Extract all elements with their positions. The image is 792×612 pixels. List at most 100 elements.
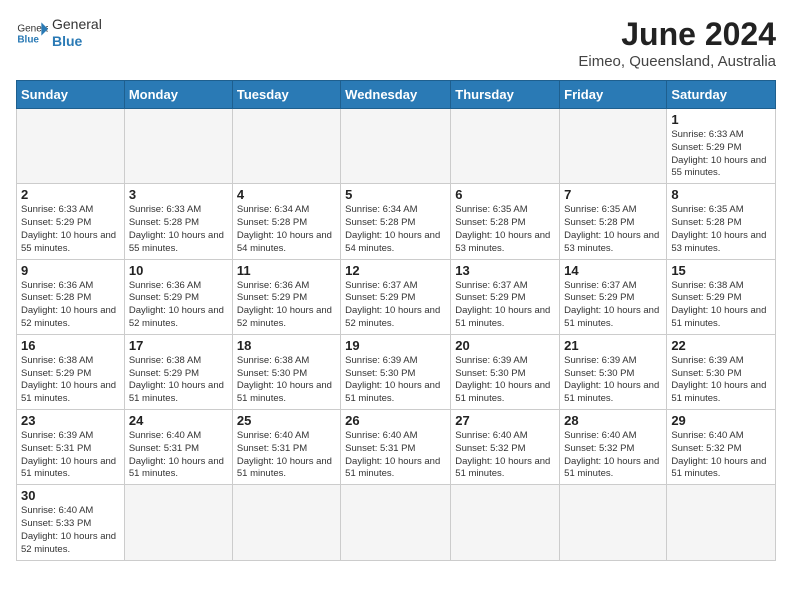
calendar-cell: 25Sunrise: 6:40 AM Sunset: 5:31 PM Dayli… bbox=[232, 410, 340, 485]
logo-general-text: General bbox=[52, 16, 102, 33]
weekday-header-wednesday: Wednesday bbox=[341, 81, 451, 109]
weekday-header-tuesday: Tuesday bbox=[232, 81, 340, 109]
week-row-3: 9 Sunrise: 6:36 AM Sunset: 5:28 PM Daylig… bbox=[17, 259, 776, 334]
week-row-4: 16 Sunrise: 6:38 AM Sunset: 5:29 PM Dayli… bbox=[17, 334, 776, 409]
calendar-cell bbox=[341, 109, 451, 184]
calendar-cell: 17 Sunrise: 6:38 AM Sunset: 5:29 PM Dayli… bbox=[124, 334, 232, 409]
calendar-cell bbox=[560, 485, 667, 560]
calendar-cell: 13Sunrise: 6:37 AM Sunset: 5:29 PM Dayli… bbox=[451, 259, 560, 334]
weekday-header-sunday: Sunday bbox=[17, 81, 125, 109]
calendar-cell: 16 Sunrise: 6:38 AM Sunset: 5:29 PM Dayli… bbox=[17, 334, 125, 409]
day-info: Sunrise: 6:37 AM Sunset: 5:29 PM Dayligh… bbox=[564, 280, 662, 331]
calendar-cell bbox=[17, 109, 125, 184]
day-number: 4 bbox=[237, 187, 336, 202]
day-info: Sunrise: 6:38 AM Sunset: 5:29 PM Dayligh… bbox=[129, 355, 228, 406]
day-number: 29 bbox=[671, 413, 771, 428]
calendar-cell bbox=[232, 109, 340, 184]
calendar-cell: 22Sunrise: 6:39 AM Sunset: 5:30 PM Dayli… bbox=[667, 334, 776, 409]
day-info: Sunrise: 6:39 AM Sunset: 5:30 PM Dayligh… bbox=[564, 355, 662, 406]
weekday-header-row: SundayMondayTuesdayWednesdayThursdayFrid… bbox=[17, 81, 776, 109]
logo-icon: General Blue bbox=[16, 17, 48, 49]
day-number: 14 bbox=[564, 263, 662, 278]
day-info: Sunrise: 6:38 AM Sunset: 5:30 PM Dayligh… bbox=[237, 355, 336, 406]
day-number: 20 bbox=[455, 338, 555, 353]
day-number: 16 bbox=[21, 338, 120, 353]
day-number: 7 bbox=[564, 187, 662, 202]
day-info: Sunrise: 6:34 AM Sunset: 5:28 PM Dayligh… bbox=[345, 204, 446, 255]
calendar-cell: 9 Sunrise: 6:36 AM Sunset: 5:28 PM Daylig… bbox=[17, 259, 125, 334]
calendar-cell bbox=[124, 109, 232, 184]
weekday-header-monday: Monday bbox=[124, 81, 232, 109]
day-info: Sunrise: 6:33 AM Sunset: 5:29 PM Dayligh… bbox=[671, 129, 771, 180]
logo-blue-text: Blue bbox=[52, 33, 102, 50]
day-number: 19 bbox=[345, 338, 446, 353]
day-number: 15 bbox=[671, 263, 771, 278]
day-info: Sunrise: 6:35 AM Sunset: 5:28 PM Dayligh… bbox=[671, 204, 771, 255]
day-info: Sunrise: 6:40 AM Sunset: 5:32 PM Dayligh… bbox=[455, 430, 555, 481]
day-number: 23 bbox=[21, 413, 120, 428]
calendar-cell: 12 Sunrise: 6:37 AM Sunset: 5:29 PM Dayli… bbox=[341, 259, 451, 334]
day-info: Sunrise: 6:40 AM Sunset: 5:33 PM Dayligh… bbox=[21, 505, 120, 556]
day-info: Sunrise: 6:40 AM Sunset: 5:32 PM Dayligh… bbox=[671, 430, 771, 481]
calendar-subtitle: Eimeo, Queensland, Australia bbox=[578, 53, 776, 70]
day-info: Sunrise: 6:39 AM Sunset: 5:30 PM Dayligh… bbox=[455, 355, 555, 406]
day-number: 11 bbox=[237, 263, 336, 278]
calendar-cell: 28Sunrise: 6:40 AM Sunset: 5:32 PM Dayli… bbox=[560, 410, 667, 485]
calendar-cell: 11 Sunrise: 6:36 AM Sunset: 5:29 PM Dayli… bbox=[232, 259, 340, 334]
header: General Blue General Blue June 2024 Eime… bbox=[16, 16, 776, 70]
calendar-cell: 21 Sunrise: 6:39 AM Sunset: 5:30 PM Dayli… bbox=[560, 334, 667, 409]
day-number: 21 bbox=[564, 338, 662, 353]
day-info: Sunrise: 6:40 AM Sunset: 5:31 PM Dayligh… bbox=[237, 430, 336, 481]
calendar-cell bbox=[451, 485, 560, 560]
calendar-cell: 4Sunrise: 6:34 AM Sunset: 5:28 PM Daylig… bbox=[232, 184, 340, 259]
day-number: 24 bbox=[129, 413, 228, 428]
calendar-cell bbox=[667, 485, 776, 560]
day-info: Sunrise: 6:39 AM Sunset: 5:30 PM Dayligh… bbox=[345, 355, 446, 406]
day-number: 17 bbox=[129, 338, 228, 353]
day-number: 10 bbox=[129, 263, 228, 278]
day-info: Sunrise: 6:37 AM Sunset: 5:29 PM Dayligh… bbox=[345, 280, 446, 331]
calendar-cell: 2 Sunrise: 6:33 AM Sunset: 5:29 PM Daylig… bbox=[17, 184, 125, 259]
day-number: 5 bbox=[345, 187, 446, 202]
calendar-cell: 23Sunrise: 6:39 AM Sunset: 5:31 PM Dayli… bbox=[17, 410, 125, 485]
weekday-header-saturday: Saturday bbox=[667, 81, 776, 109]
day-number: 2 bbox=[21, 187, 120, 202]
week-row-2: 2 Sunrise: 6:33 AM Sunset: 5:29 PM Daylig… bbox=[17, 184, 776, 259]
day-info: Sunrise: 6:40 AM Sunset: 5:31 PM Dayligh… bbox=[129, 430, 228, 481]
title-area: June 2024 Eimeo, Queensland, Australia bbox=[578, 16, 776, 70]
day-info: Sunrise: 6:35 AM Sunset: 5:28 PM Dayligh… bbox=[564, 204, 662, 255]
day-info: Sunrise: 6:38 AM Sunset: 5:29 PM Dayligh… bbox=[21, 355, 120, 406]
day-number: 6 bbox=[455, 187, 555, 202]
day-number: 28 bbox=[564, 413, 662, 428]
calendar-title: June 2024 bbox=[578, 16, 776, 53]
weekday-header-friday: Friday bbox=[560, 81, 667, 109]
day-number: 12 bbox=[345, 263, 446, 278]
day-info: Sunrise: 6:38 AM Sunset: 5:29 PM Dayligh… bbox=[671, 280, 771, 331]
calendar-cell: 15 Sunrise: 6:38 AM Sunset: 5:29 PM Dayli… bbox=[667, 259, 776, 334]
day-number: 27 bbox=[455, 413, 555, 428]
day-info: Sunrise: 6:35 AM Sunset: 5:28 PM Dayligh… bbox=[455, 204, 555, 255]
day-number: 9 bbox=[21, 263, 120, 278]
week-row-5: 23Sunrise: 6:39 AM Sunset: 5:31 PM Dayli… bbox=[17, 410, 776, 485]
day-number: 18 bbox=[237, 338, 336, 353]
day-number: 22 bbox=[671, 338, 771, 353]
calendar-cell: 19 Sunrise: 6:39 AM Sunset: 5:30 PM Dayli… bbox=[341, 334, 451, 409]
calendar-table: SundayMondayTuesdayWednesdayThursdayFrid… bbox=[16, 80, 776, 561]
day-number: 26 bbox=[345, 413, 446, 428]
calendar-cell: 30Sunrise: 6:40 AM Sunset: 5:33 PM Dayli… bbox=[17, 485, 125, 560]
calendar-cell bbox=[232, 485, 340, 560]
calendar-cell: 10Sunrise: 6:36 AM Sunset: 5:29 PM Dayli… bbox=[124, 259, 232, 334]
calendar-cell: 8Sunrise: 6:35 AM Sunset: 5:28 PM Daylig… bbox=[667, 184, 776, 259]
calendar-cell: 6 Sunrise: 6:35 AM Sunset: 5:28 PM Daylig… bbox=[451, 184, 560, 259]
day-info: Sunrise: 6:36 AM Sunset: 5:28 PM Dayligh… bbox=[21, 280, 120, 331]
day-info: Sunrise: 6:36 AM Sunset: 5:29 PM Dayligh… bbox=[237, 280, 336, 331]
svg-text:Blue: Blue bbox=[17, 34, 39, 45]
calendar-cell: 3 Sunrise: 6:33 AM Sunset: 5:28 PM Daylig… bbox=[124, 184, 232, 259]
calendar-cell: 20 Sunrise: 6:39 AM Sunset: 5:30 PM Dayli… bbox=[451, 334, 560, 409]
calendar-cell: 5 Sunrise: 6:34 AM Sunset: 5:28 PM Daylig… bbox=[341, 184, 451, 259]
day-info: Sunrise: 6:33 AM Sunset: 5:29 PM Dayligh… bbox=[21, 204, 120, 255]
day-info: Sunrise: 6:33 AM Sunset: 5:28 PM Dayligh… bbox=[129, 204, 228, 255]
day-number: 3 bbox=[129, 187, 228, 202]
calendar-cell: 14 Sunrise: 6:37 AM Sunset: 5:29 PM Dayli… bbox=[560, 259, 667, 334]
calendar-cell bbox=[124, 485, 232, 560]
